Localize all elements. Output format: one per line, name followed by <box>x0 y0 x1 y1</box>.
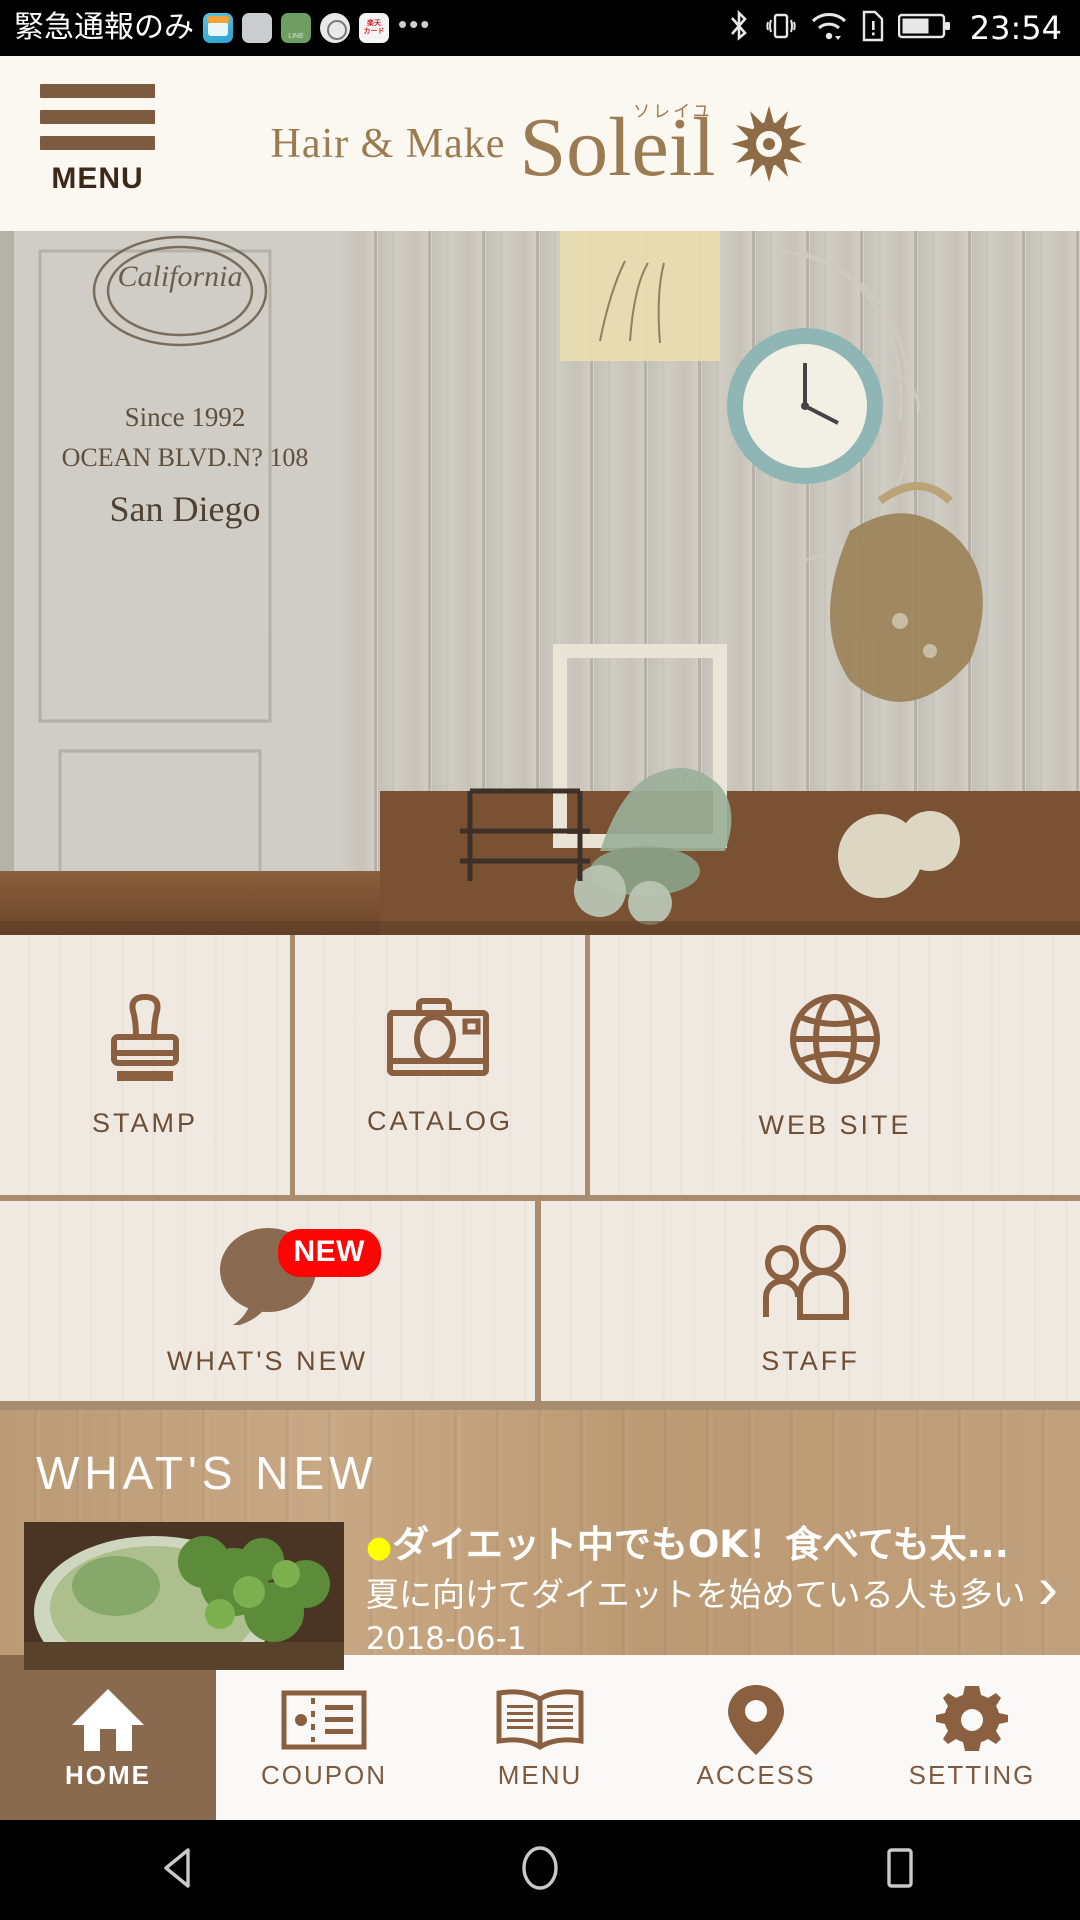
logo-name: ソレイユ Soleil <box>519 103 715 189</box>
sim-alert-icon <box>860 9 886 48</box>
quick-links-row-2: NEW WHAT'S NEW STAFF <box>0 1201 1080 1401</box>
overflow-dots-icon: ••• <box>398 9 432 39</box>
app-icon-grey <box>242 13 272 43</box>
section-title: WHAT'S NEW <box>36 1447 378 1499</box>
new-badge: NEW <box>277 1229 381 1277</box>
svg-text:Since 1992: Since 1992 <box>125 402 246 432</box>
whats-new-section: WHAT'S NEW ●ダイエット中でもOK！食べても太... 夏に向けてダイエ… <box>0 1410 1080 1670</box>
clock-label: 23:54 <box>969 9 1062 47</box>
tab-label: SETTING <box>908 1760 1036 1790</box>
news-headline-text: ダイエット中でもOK！食べても太... <box>392 1523 1009 1566</box>
svg-text:San Diego: San Diego <box>110 489 261 529</box>
status-bar-left: 緊急通報のみ LINE 楽天 カード ••• <box>14 11 726 45</box>
status-bar: 緊急通報のみ LINE 楽天 カード ••• 23:54 <box>0 0 1080 56</box>
app-screen: 緊急通報のみ LINE 楽天 カード ••• 23:54 MENU Hair &… <box>0 0 1080 1920</box>
pin-icon <box>724 1684 788 1756</box>
tab-menu[interactable]: MENU <box>432 1655 648 1820</box>
ticket-icon <box>281 1684 367 1756</box>
quick-links-grid: STAMP CATALOG WEB SITE NEW WHAT'S NEW ST… <box>0 935 1080 1410</box>
quick-links-row-1: STAMP CATALOG WEB SITE <box>0 935 1080 1195</box>
tile-stamp[interactable]: STAMP <box>0 935 290 1195</box>
tile-web-site[interactable]: WEB SITE <box>590 935 1080 1195</box>
tab-home[interactable]: HOME <box>0 1655 216 1820</box>
bottom-tab-bar: HOME COUPON MENU ACCESS SETTING <box>0 1655 1080 1820</box>
brand-logo: Hair & Make ソレイユ Soleil <box>0 56 1080 231</box>
news-date: 2018-06-1 <box>366 1621 527 1658</box>
tile-staff[interactable]: STAFF <box>541 1201 1080 1401</box>
tile-whats-new[interactable]: NEW WHAT'S NEW <box>0 1201 535 1401</box>
tab-access[interactable]: ACCESS <box>648 1655 864 1820</box>
tile-label: STAMP <box>91 1108 198 1138</box>
news-thumbnail <box>24 1522 344 1670</box>
tab-label: COUPON <box>260 1760 388 1790</box>
camera-icon <box>385 993 495 1090</box>
android-navigation-bar <box>0 1820 1080 1920</box>
tile-catalog[interactable]: CATALOG <box>295 935 585 1195</box>
tile-label: WHAT'S NEW <box>166 1346 369 1376</box>
tile-label: STAFF <box>761 1346 860 1376</box>
carrier-label: 緊急通報のみ <box>14 10 194 45</box>
app-icon-red: 楽天 カード <box>359 13 389 43</box>
news-headline: ●ダイエット中でもOK！食べても太... <box>366 1522 1026 1568</box>
news-body: 夏に向けてダイエットを始めている人も多い <box>366 1575 1026 1615</box>
tab-coupon[interactable]: COUPON <box>216 1655 432 1820</box>
svg-text:California: California <box>117 260 242 293</box>
bluetooth-icon <box>726 9 752 48</box>
tile-label: CATALOG <box>366 1106 514 1136</box>
logo-prefix: Hair & Make <box>270 120 506 167</box>
wifi-icon <box>810 10 848 47</box>
status-bar-right: 23:54 <box>726 9 1062 48</box>
svg-text:OCEAN BLVD.N? 108: OCEAN BLVD.N? 108 <box>62 443 309 472</box>
gear-icon <box>936 1684 1008 1756</box>
globe-icon <box>785 989 885 1094</box>
tab-label: ACCESS <box>696 1760 816 1790</box>
bullet-icon: ● <box>366 1530 393 1565</box>
tile-label: WEB SITE <box>758 1110 912 1140</box>
back-icon[interactable] <box>154 1842 206 1899</box>
news-list-item[interactable]: ●ダイエット中でもOK！食べても太... 夏に向けてダイエットを始めている人も多… <box>0 1522 1080 1670</box>
stamp-icon <box>100 991 190 1092</box>
logo-kana: ソレイユ <box>633 101 713 122</box>
tab-setting[interactable]: SETTING <box>864 1655 1080 1820</box>
people-icon <box>758 1224 863 1330</box>
vibrate-icon <box>764 9 798 48</box>
app-header: MENU Hair & Make ソレイユ Soleil <box>0 56 1080 231</box>
sunflower-icon <box>729 104 809 184</box>
home-circle-icon[interactable] <box>514 1842 566 1899</box>
tab-label: MENU <box>497 1760 583 1790</box>
tab-label: HOME <box>65 1760 151 1790</box>
recents-icon[interactable] <box>874 1842 926 1899</box>
news-next-arrow-icon[interactable]: › <box>1038 1558 1058 1618</box>
app-icon-seal <box>320 13 350 43</box>
home-icon <box>70 1684 146 1756</box>
app-icon-green: LINE <box>281 13 311 43</box>
app-icon-blue <box>203 13 233 43</box>
book-icon <box>494 1684 586 1756</box>
hero-image[interactable]: California Since 1992 OCEAN BLVD.N? 108 … <box>0 231 1080 935</box>
battery-icon <box>897 11 952 46</box>
news-text-block: ●ダイエット中でもOK！食べても太... 夏に向けてダイエットを始めている人も多… <box>344 1522 1076 1670</box>
